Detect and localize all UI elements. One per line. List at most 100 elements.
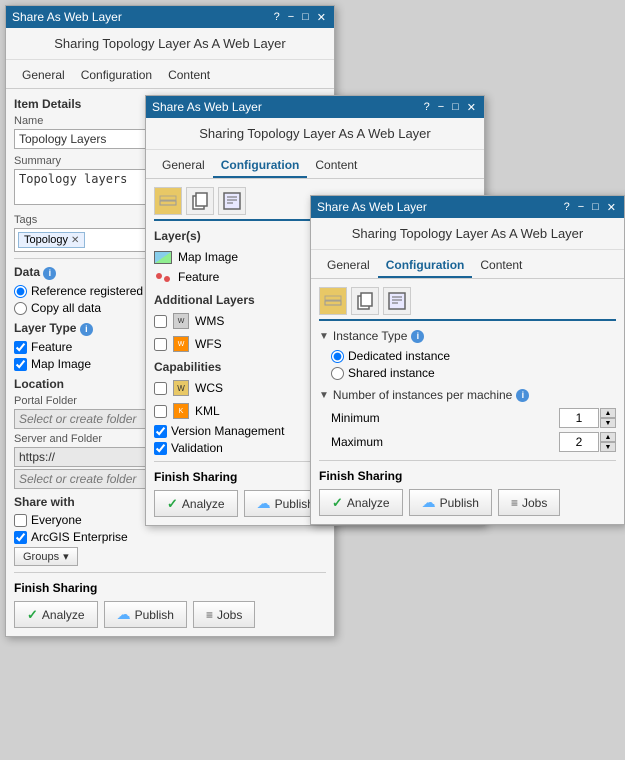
dialog-1-analyze-button[interactable]: ✓ Analyze — [14, 601, 98, 628]
dialog-1-jobs-label: Jobs — [217, 608, 242, 622]
dialog-3-icon-strip — [319, 287, 616, 321]
instances-per-machine-info-icon[interactable]: i — [516, 389, 529, 402]
maximum-increment[interactable]: ▲ — [600, 432, 616, 442]
publish-cloud-icon: ☁ — [117, 606, 131, 623]
analyze-check-icon: ✓ — [27, 607, 38, 623]
dialog-2-titlebar: Share As Web Layer ? − □ ✕ — [146, 96, 484, 118]
groups-button[interactable]: Groups ▾ — [14, 547, 78, 566]
dialog-1-tab-general[interactable]: General — [14, 64, 73, 88]
wfs-label: WFS — [195, 337, 222, 351]
pages-strip-icon[interactable] — [218, 187, 246, 215]
dialog-3-tabs: General Configuration Content — [311, 250, 624, 279]
dialog-2-help[interactable]: ? — [422, 101, 432, 114]
dialog-2-analyze-label: Analyze — [182, 497, 225, 511]
dedicated-instance-radio[interactable]: Dedicated instance — [331, 349, 616, 363]
shared-instance-radio[interactable]: Shared instance — [331, 366, 616, 380]
instance-type-header[interactable]: ▼ Instance Type i — [319, 329, 616, 343]
dialog-1-finish-title: Finish Sharing — [14, 581, 326, 595]
dialog-3: Share As Web Layer ? − □ ✕ Sharing Topol… — [310, 195, 625, 525]
dialog-2-tab-content[interactable]: Content — [307, 154, 365, 178]
dialog-1-tab-configuration[interactable]: Configuration — [73, 64, 160, 88]
dialog-1-publish-button[interactable]: ☁ Publish — [104, 601, 187, 628]
dialog-2-subtitle: Sharing Topology Layer As A Web Layer — [146, 118, 484, 150]
validation-label: Validation — [171, 441, 223, 455]
d3-layers-strip-icon[interactable] — [319, 287, 347, 315]
minimum-increment[interactable]: ▲ — [600, 408, 616, 418]
dialog-3-title: Share As Web Layer — [317, 200, 427, 214]
dialog-1-jobs-button[interactable]: ≡ Jobs — [193, 601, 255, 628]
wms-label: WMS — [195, 314, 224, 328]
dialog-1-minimize[interactable]: − — [286, 11, 296, 24]
instances-per-machine-label: Number of instances per machine — [333, 388, 512, 402]
maximum-label: Maximum — [331, 435, 383, 449]
instances-per-machine-header[interactable]: ▼ Number of instances per machine i — [319, 388, 616, 402]
dialog-3-tab-general[interactable]: General — [319, 254, 378, 278]
dialog-3-maximize[interactable]: □ — [590, 201, 601, 214]
share-enterprise[interactable]: ArcGIS Enterprise — [14, 530, 326, 544]
instance-type-label: Instance Type — [333, 329, 408, 343]
minimum-label: Minimum — [331, 411, 380, 425]
kml-label: KML — [195, 404, 220, 418]
maximum-row: Maximum ▲ ▼ — [331, 432, 616, 452]
d3-pages-strip-icon[interactable] — [383, 287, 411, 315]
dialog-3-publish-button[interactable]: ☁ Publish — [409, 489, 492, 516]
d3-jobs-list-icon: ≡ — [511, 496, 518, 510]
d3-copy-strip-icon[interactable] — [351, 287, 379, 315]
dialog-3-jobs-label: Jobs — [522, 496, 547, 510]
dialog-1-tabs: General Configuration Content — [6, 60, 334, 89]
dialog-1-tab-content[interactable]: Content — [160, 64, 218, 88]
maximum-input[interactable] — [559, 432, 599, 452]
dialog-2-minimize[interactable]: − — [436, 101, 446, 114]
minimum-spinner-buttons: ▲ ▼ — [600, 408, 616, 428]
instances-per-machine-arrow: ▼ — [319, 390, 329, 401]
dialog-2-tab-configuration[interactable]: Configuration — [213, 154, 308, 178]
minimum-decrement[interactable]: ▼ — [600, 418, 616, 428]
dialog-3-help[interactable]: ? — [562, 201, 572, 214]
dialog-3-analyze-button[interactable]: ✓ Analyze — [319, 489, 403, 516]
tag-topology: Topology ✕ — [18, 232, 85, 248]
dialog-1-close[interactable]: ✕ — [315, 11, 328, 24]
dialog-3-tab-content[interactable]: Content — [472, 254, 530, 278]
dialog-3-tab-configuration[interactable]: Configuration — [378, 254, 473, 278]
maximum-decrement[interactable]: ▼ — [600, 442, 616, 452]
dialog-3-body: ▼ Instance Type i Dedicated instance Sha… — [311, 279, 624, 524]
layers-strip-icon[interactable] — [154, 187, 182, 215]
dialog-2-maximize[interactable]: □ — [450, 101, 461, 114]
copy-strip-icon[interactable] — [186, 187, 214, 215]
dialog-1-title: Share As Web Layer — [12, 10, 122, 24]
instance-type-form: Dedicated instance Shared instance — [319, 349, 616, 380]
instance-type-arrow: ▼ — [319, 331, 329, 342]
map-image-label: Map Image — [178, 250, 238, 264]
dialog-3-subtitle: Sharing Topology Layer As A Web Layer — [311, 218, 624, 250]
tag-topology-label: Topology — [24, 234, 68, 246]
feature-layer-icon — [154, 271, 172, 284]
dialog-3-titlebar: Share As Web Layer ? − □ ✕ — [311, 196, 624, 218]
dialog-2-publish-label: Publish — [275, 497, 314, 511]
dialog-1-maximize[interactable]: □ — [300, 11, 311, 24]
dialog-3-close[interactable]: ✕ — [605, 201, 618, 214]
maximum-spinner-buttons: ▲ ▼ — [600, 432, 616, 452]
dialog-2-close[interactable]: ✕ — [465, 101, 478, 114]
dialog-3-jobs-button[interactable]: ≡ Jobs — [498, 489, 560, 516]
dialog-3-finish-buttons: ✓ Analyze ☁ Publish ≡ Jobs — [319, 489, 616, 516]
dialog-2-analyze-button[interactable]: ✓ Analyze — [154, 490, 238, 517]
kml-icon: K — [173, 403, 189, 419]
maximum-spinner: ▲ ▼ — [559, 432, 616, 452]
data-info-icon[interactable]: i — [43, 267, 56, 280]
minimum-spinner: ▲ ▼ — [559, 408, 616, 428]
jobs-list-icon: ≡ — [206, 608, 213, 622]
tag-topology-remove[interactable]: ✕ — [71, 235, 79, 246]
instance-type-radios: Dedicated instance Shared instance — [331, 349, 616, 380]
dialog-3-publish-label: Publish — [440, 496, 479, 510]
d3-analyze-check-icon: ✓ — [332, 495, 343, 511]
dialog-2-title: Share As Web Layer — [152, 100, 262, 114]
wms-icon: W — [173, 313, 189, 329]
layer-type-info-icon[interactable]: i — [80, 323, 93, 336]
dialog-3-controls: ? − □ ✕ — [562, 201, 618, 214]
dialog-1-help[interactable]: ? — [272, 11, 282, 24]
dialog-1-publish-label: Publish — [135, 608, 174, 622]
dialog-2-tab-general[interactable]: General — [154, 154, 213, 178]
instance-type-info-icon[interactable]: i — [411, 330, 424, 343]
dialog-3-minimize[interactable]: − — [576, 201, 586, 214]
minimum-input[interactable] — [559, 408, 599, 428]
